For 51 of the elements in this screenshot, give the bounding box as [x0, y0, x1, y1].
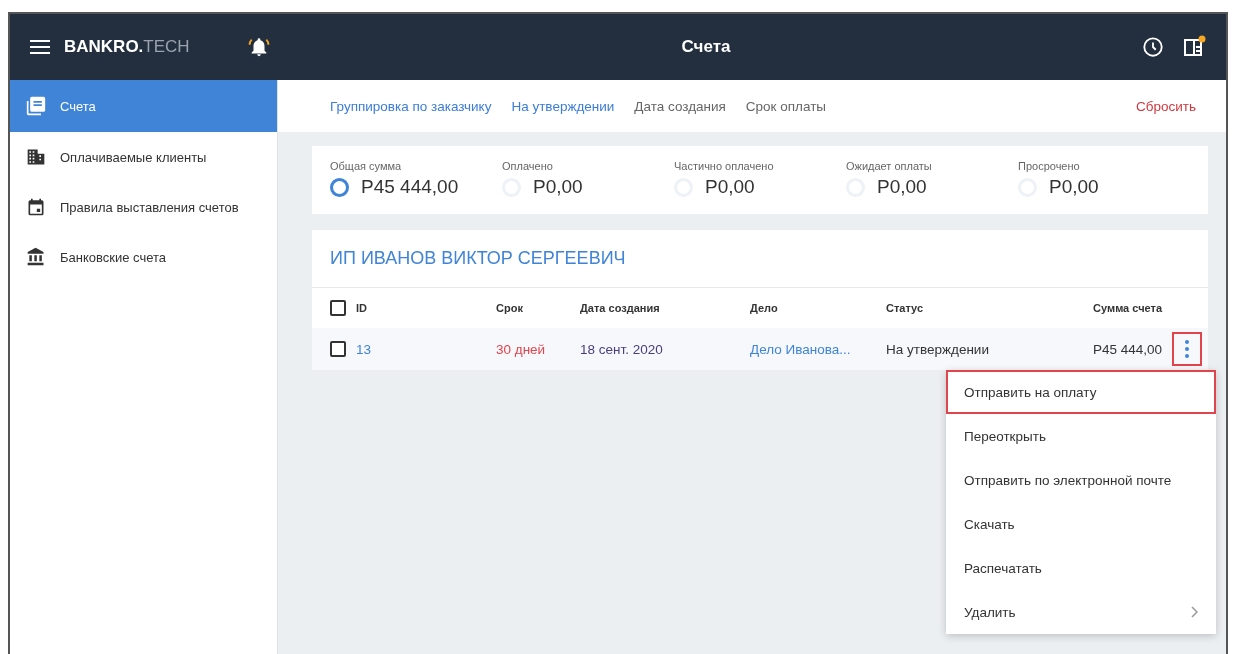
brand-logo: BANKRO.TECH — [64, 37, 190, 57]
summary-label: Частично оплачено — [674, 160, 775, 172]
more-button[interactable] — [1172, 332, 1202, 366]
page-title: Счета — [680, 37, 732, 57]
client-title: ИП ИВАНОВ ВИКТОР СЕРГЕЕВИЧ — [330, 248, 626, 269]
column-header: Сумма счета — [1092, 302, 1164, 314]
term-cell-text: 30 дней — [496, 341, 547, 357]
amount-cell-text: P45 444,00 — [1091, 341, 1163, 357]
summary-value: P0,00 — [705, 176, 755, 198]
column-header: Статус — [886, 302, 925, 314]
bell-icon[interactable] — [248, 36, 270, 58]
calendar-icon — [26, 197, 46, 217]
summary-value: P45 444,00 — [361, 176, 459, 198]
checkbox[interactable] — [330, 300, 346, 316]
status-ring[interactable] — [330, 177, 349, 197]
case-link[interactable]: Дело Иванова... — [750, 341, 886, 357]
reset-link[interactable]: Сбросить — [1136, 98, 1196, 114]
menu-icon[interactable] — [30, 39, 50, 55]
sidebar-item[interactable]: Счета — [10, 80, 277, 132]
summary-value: P0,00 — [533, 176, 583, 198]
menu-item[interactable]: Скачать — [946, 502, 1216, 546]
column-header: Дело — [750, 302, 779, 314]
menu-item[interactable]: Отправить по электронной почте — [946, 458, 1216, 502]
filter-link[interactable]: Группировка по заказчику — [330, 98, 492, 114]
building-icon — [26, 147, 46, 167]
column-header: Дата создания — [580, 302, 661, 314]
date-cell-text: 18 сент. 2020 — [580, 341, 664, 357]
menu-item[interactable]: Переоткрыть — [946, 414, 1216, 458]
summary-label: Общая сумма — [330, 160, 403, 172]
filter-link[interactable]: Срок оплаты — [745, 98, 827, 114]
column-header: ID — [356, 302, 367, 314]
menu-item[interactable]: Отправить на оплату — [946, 370, 1216, 414]
summary-label: Просрочено — [1018, 160, 1081, 172]
summary-value: P0,00 — [1049, 176, 1099, 198]
checkbox[interactable] — [330, 341, 346, 357]
summary-label: Ожидает оплаты — [846, 160, 933, 172]
summary-label: Оплачено — [502, 160, 554, 172]
filter-link[interactable]: Дата создания — [634, 98, 726, 114]
chevron-icon — [1190, 606, 1198, 618]
bank-icon — [26, 247, 46, 267]
panel-icon[interactable] — [1182, 35, 1206, 59]
column-header: Срок — [496, 302, 524, 314]
filter-link[interactable]: На утверждении — [511, 98, 615, 114]
summary-value: P0,00 — [877, 176, 927, 198]
document-list-icon — [26, 96, 46, 116]
more-vertical-icon — [1185, 340, 1189, 358]
clock-icon[interactable] — [1142, 36, 1164, 58]
status-cell-text: На утверждении — [886, 341, 990, 357]
menu-item[interactable]: Удалить — [946, 590, 1216, 634]
invoice-id-link[interactable]: 13 — [356, 341, 372, 357]
menu-item[interactable]: Распечатать — [946, 546, 1216, 590]
